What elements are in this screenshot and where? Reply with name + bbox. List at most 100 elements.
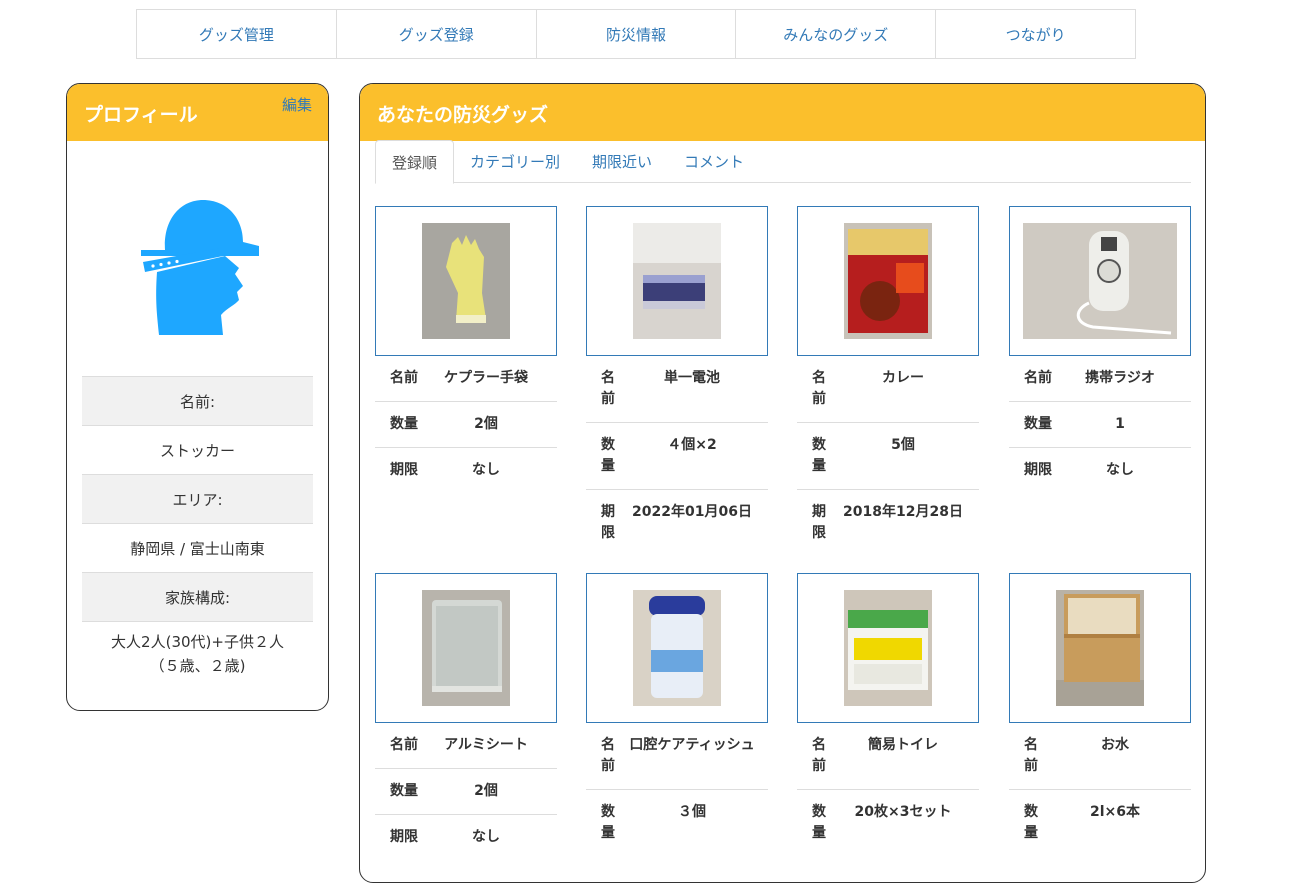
item-qty-row: 数量 2l×6本: [1009, 790, 1191, 856]
item-qty-row: 数量 2個: [375, 402, 557, 448]
item-qty-row: 数量 ３個: [586, 790, 768, 856]
item-qty-row: 数量 ４個×2: [586, 423, 768, 490]
goods-title: あなたの防災グッズ: [377, 104, 549, 126]
family-value: 大人2人(30代)+子供２人 （５歳、２歳): [82, 621, 313, 685]
water-box-photo: [1056, 590, 1144, 706]
name-key: 名前: [812, 737, 826, 774]
item-name-row: 名前 口腔ケアティッシュ: [586, 723, 768, 790]
nav-disaster-info[interactable]: 防災情報: [537, 10, 737, 58]
radio-photo: [1023, 223, 1177, 339]
item-name-row: 名前 単一電池: [586, 356, 768, 423]
goods-image-frame[interactable]: [586, 573, 768, 723]
gloves-photo: [422, 223, 510, 339]
helmet-person-icon: [141, 200, 259, 335]
item-qty-row: 数量 1: [1009, 402, 1191, 448]
item-name-row: 名前 カレー: [797, 356, 979, 423]
item-name: ケプラー手袋: [444, 370, 528, 386]
expiry-key: 期限: [812, 504, 826, 541]
item-qty: ４個×2: [667, 437, 717, 453]
item-qty: 2個: [474, 416, 498, 432]
item-expiry-row: 期限 なし: [1009, 448, 1191, 493]
name-key: 名前: [601, 370, 615, 407]
goods-image-frame[interactable]: [1009, 206, 1191, 356]
nav-everyones-goods[interactable]: みんなのグッズ: [736, 10, 937, 58]
family-label: 家族構成:: [82, 572, 313, 621]
item-expiry: なし: [1106, 462, 1134, 478]
item-expiry: 2018年12月28日: [843, 504, 963, 520]
qty-key: 数量: [390, 416, 418, 432]
goods-card[interactable]: 名前 口腔ケアティッシュ 数量 ３個: [586, 573, 768, 856]
item-name-row: 名前 ケプラー手袋: [375, 356, 557, 402]
expiry-key: 期限: [1024, 462, 1052, 478]
goods-tabs: 登録順 カテゴリー別 期限近い コメント: [375, 140, 1191, 184]
name-key: 名前: [390, 370, 418, 386]
item-name: 携帯ラジオ: [1085, 370, 1155, 386]
tab-expiring-soon[interactable]: 期限近い: [576, 140, 668, 183]
item-name: 単一電池: [664, 370, 720, 386]
item-qty: 5個: [891, 437, 915, 453]
nav-goods-management[interactable]: グッズ管理: [137, 10, 337, 58]
profile-header: プロフィール 編集: [67, 84, 328, 141]
name-key: 名前: [1024, 737, 1038, 774]
goods-image-frame[interactable]: [375, 573, 557, 723]
item-name-row: 名前 お水: [1009, 723, 1191, 790]
goods-card[interactable]: 名前 単一電池 数量 ４個×2 期限 2022年01月06日: [586, 206, 768, 556]
goods-card[interactable]: 名前 カレー 数量 5個 期限 2018年12月28日: [797, 206, 979, 556]
family-value-line2: （５歳、２歳): [149, 656, 246, 675]
profile-panel: プロフィール 編集 名前: ストッカー エリア: 静岡県 / 富士山南東 家族構…: [66, 83, 329, 711]
nav-connections[interactable]: つながり: [936, 10, 1135, 58]
name-key: 名前: [601, 737, 615, 774]
family-value-line1: 大人2人(30代)+子供２人: [111, 632, 284, 651]
item-name: 簡易トイレ: [868, 737, 938, 753]
qty-key: 数量: [812, 437, 826, 474]
tab-comments[interactable]: コメント: [668, 140, 760, 183]
main-nav: グッズ管理 グッズ登録 防災情報 みんなのグッズ つながり: [136, 9, 1136, 59]
goods-card[interactable]: 名前 お水 数量 2l×6本: [1009, 573, 1191, 856]
item-qty-row: 数量 20枚×3セット: [797, 790, 979, 856]
name-key: 名前: [1024, 370, 1052, 386]
goods-card[interactable]: 名前 携帯ラジオ 数量 1 期限 なし: [1009, 206, 1191, 493]
expiry-key: 期限: [601, 504, 615, 541]
goods-card[interactable]: 名前 アルミシート 数量 2個 期限 なし: [375, 573, 557, 860]
item-expiry-row: 期限 2022年01月06日: [586, 490, 768, 556]
item-expiry-row: 期限 なし: [375, 448, 557, 493]
goods-image-frame[interactable]: [586, 206, 768, 356]
area-value: 静岡県 / 富士山南東: [82, 523, 313, 572]
goods-card[interactable]: 名前 簡易トイレ 数量 20枚×3セット: [797, 573, 979, 856]
name-value: ストッカー: [82, 425, 313, 474]
qty-key: 数量: [1024, 416, 1052, 432]
goods-image-frame[interactable]: [1009, 573, 1191, 723]
expiry-key: 期限: [390, 462, 418, 478]
goods-image-frame[interactable]: [797, 206, 979, 356]
name-key: 名前: [390, 737, 418, 753]
tab-by-category[interactable]: カテゴリー別: [454, 140, 576, 183]
item-qty-row: 数量 2個: [375, 769, 557, 815]
item-name-row: 名前 携帯ラジオ: [1009, 356, 1191, 402]
goods-image-frame[interactable]: [797, 573, 979, 723]
item-name: アルミシート: [444, 737, 528, 753]
name-label: 名前:: [82, 376, 313, 425]
goods-panel: あなたの防災グッズ 登録順 カテゴリー別 期限近い コメント 名前 ケプラー手袋…: [359, 83, 1206, 883]
edit-profile-link[interactable]: 編集: [282, 94, 312, 115]
goods-header: あなたの防災グッズ: [360, 84, 1205, 141]
item-name-row: 名前 簡易トイレ: [797, 723, 979, 790]
item-qty: 1: [1115, 416, 1125, 432]
goods-card[interactable]: 名前 ケプラー手袋 数量 2個 期限 なし: [375, 206, 557, 493]
item-name: お水: [1101, 737, 1129, 753]
name-key: 名前: [812, 370, 826, 407]
qty-key: 数量: [390, 783, 418, 799]
nav-goods-register[interactable]: グッズ登録: [337, 10, 537, 58]
oral-care-tissue-photo: [633, 590, 721, 706]
profile-details: 名前: ストッカー エリア: 静岡県 / 富士山南東 家族構成: 大人2人(30…: [82, 376, 313, 685]
batteries-photo: [633, 223, 721, 339]
portable-toilet-photo: [844, 590, 932, 706]
item-name: 口腔ケアティッシュ: [629, 737, 755, 753]
goods-image-frame[interactable]: [375, 206, 557, 356]
item-expiry: なし: [472, 462, 500, 478]
curry-photo: [844, 223, 932, 339]
item-expiry: 2022年01月06日: [632, 504, 752, 520]
profile-title: プロフィール: [84, 104, 198, 126]
tab-registration-order[interactable]: 登録順: [375, 140, 455, 184]
item-expiry-row: 期限 2018年12月28日: [797, 490, 979, 556]
qty-key: 数量: [601, 437, 615, 474]
